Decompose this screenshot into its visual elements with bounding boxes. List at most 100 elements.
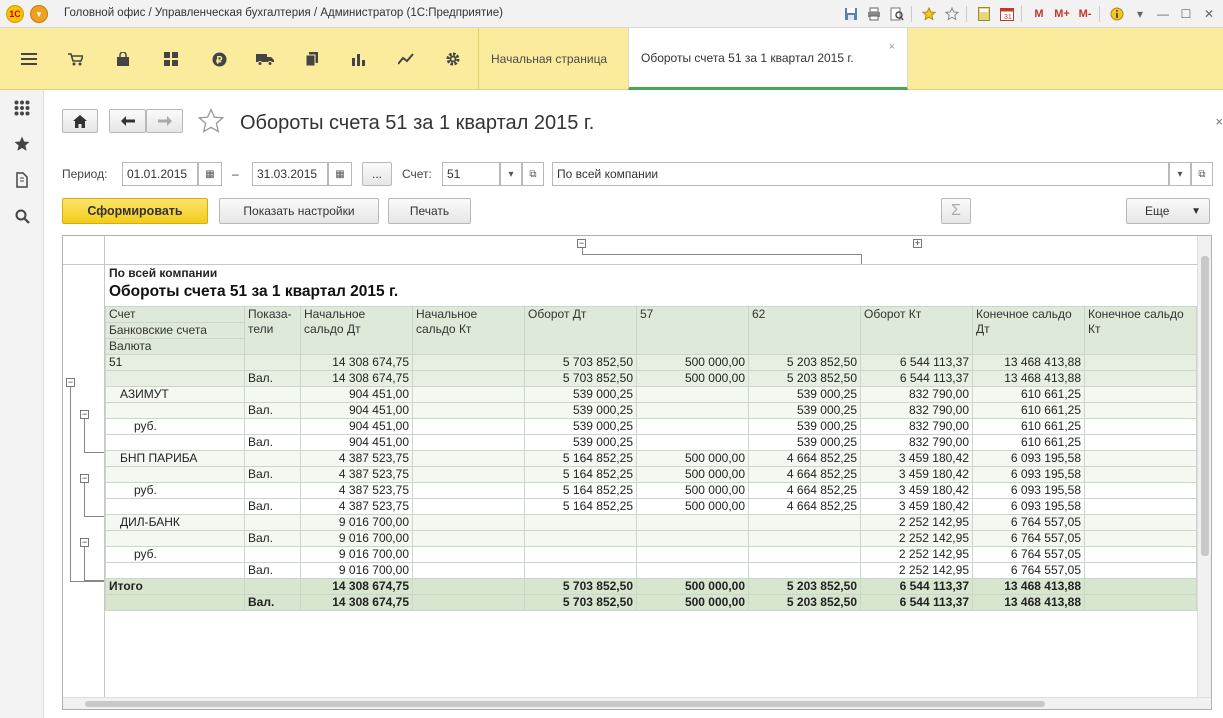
separator <box>1021 6 1022 22</box>
cell-value <box>636 530 749 547</box>
tab-report[interactable]: Обороты счета 51 за 1 квартал 2015 г. × <box>628 28 908 90</box>
cell-value <box>412 354 525 371</box>
row-label: 51 <box>105 354 245 371</box>
collapse-group-icon[interactable]: − <box>66 378 75 387</box>
cell-value: 3 459 180,42 <box>860 466 973 483</box>
bar-chart-icon[interactable] <box>339 28 379 90</box>
app-logo[interactable]: 1С <box>6 5 24 23</box>
collapse-group-icon[interactable]: − <box>577 239 586 248</box>
horizontal-scrollbar[interactable] <box>63 697 1211 709</box>
cell-value <box>1084 466 1197 483</box>
chevron-down-icon[interactable]: ▾ <box>500 162 522 186</box>
expand-group-icon[interactable]: + <box>913 239 922 248</box>
open-icon[interactable]: ⧉ <box>522 162 544 186</box>
cell-value: 5 164 852,25 <box>524 466 637 483</box>
gear-icon[interactable] <box>433 28 473 90</box>
minimize-window-icon[interactable]: — <box>1153 4 1173 24</box>
hamburger-icon[interactable] <box>9 28 49 90</box>
memory-minus-button[interactable]: M- <box>1075 4 1095 24</box>
print-icon[interactable] <box>864 4 884 24</box>
row-indicator: Вал. <box>244 498 301 515</box>
grid-icon[interactable] <box>151 28 191 90</box>
preview-icon[interactable] <box>887 4 907 24</box>
info-icon[interactable] <box>1107 4 1127 24</box>
ruble-icon[interactable]: ₽ <box>199 28 239 90</box>
back-button[interactable] <box>109 109 146 133</box>
cell-value: 539 000,25 <box>524 402 637 419</box>
cart-icon[interactable] <box>55 28 95 90</box>
save-icon[interactable] <box>841 4 861 24</box>
report-spreadsheet[interactable]: − + − − − − По всей компании Обороты сче… <box>62 235 1212 710</box>
date-from-field[interactable]: 01.01.2015 <box>122 162 198 186</box>
calendar-icon[interactable]: 31 <box>997 4 1017 24</box>
close-form-icon[interactable]: × <box>1215 114 1223 129</box>
header-close-kt: Конечное сальдо Кт <box>1084 306 1197 355</box>
vertical-scrollbar[interactable] <box>1197 236 1211 709</box>
cell-value: 5 164 852,25 <box>524 482 637 499</box>
scroll-thumb[interactable] <box>85 701 1045 707</box>
print-button[interactable]: Печать <box>388 198 471 224</box>
search-icon[interactable] <box>0 198 44 234</box>
maximize-icon[interactable]: ☐ <box>1176 4 1196 24</box>
table-row: руб. 9 016 700,00 2 252 142,95 6 764 557,05 <box>105 546 1197 563</box>
home-button[interactable] <box>62 109 98 133</box>
cell-value: 5 703 852,50 <box>524 578 637 595</box>
trend-icon[interactable] <box>386 28 426 90</box>
cell-value: 500 000,00 <box>636 466 749 483</box>
collapse-group-icon[interactable]: − <box>80 538 89 547</box>
star-icon[interactable] <box>942 4 962 24</box>
account-field[interactable]: 51 <box>442 162 500 186</box>
sum-button[interactable]: Σ <box>941 198 971 224</box>
calendar-icon[interactable]: ▦ <box>198 162 222 186</box>
more-button[interactable]: Еще ▼ <box>1126 198 1210 224</box>
cell-value <box>412 434 525 451</box>
cell-value <box>1084 370 1197 387</box>
calculator-icon[interactable] <box>974 4 994 24</box>
cell-value <box>412 530 525 547</box>
forward-button[interactable] <box>146 109 183 133</box>
truck-icon[interactable] <box>245 28 285 90</box>
bag-icon[interactable] <box>103 28 143 90</box>
cell-value: 14 308 674,75 <box>300 354 413 371</box>
period-select-button[interactable]: ... <box>362 162 392 186</box>
table-row: ДИЛ-БАНК 9 016 700,00 2 252 142,95 6 764 55… <box>105 514 1197 531</box>
cell-value <box>412 386 525 403</box>
cell-value: 610 661,25 <box>972 418 1085 435</box>
memory-plus-button[interactable]: M+ <box>1052 4 1072 24</box>
collapse-group-icon[interactable]: − <box>80 474 89 483</box>
report-title: Обороты счета 51 за 1 квартал 2015 г. <box>109 283 399 300</box>
main-menu-icon[interactable]: ▾ <box>30 5 48 23</box>
memory-button[interactable]: M <box>1029 4 1049 24</box>
show-settings-button[interactable]: Показать настройки <box>219 198 379 224</box>
chevron-down-icon[interactable]: ▾ <box>1169 162 1191 186</box>
cell-value: 13 468 413,88 <box>972 370 1085 387</box>
close-icon[interactable]: × <box>889 41 895 53</box>
favorite-star-icon[interactable] <box>197 107 225 137</box>
favorite-add-icon[interactable] <box>919 4 939 24</box>
cell-value: 5 164 852,25 <box>524 450 637 467</box>
scroll-thumb[interactable] <box>1201 256 1209 556</box>
cell-value: 2 252 142,95 <box>860 514 973 531</box>
calendar-icon[interactable]: ▦ <box>328 162 352 186</box>
home-icon <box>73 114 87 128</box>
row-label <box>105 594 245 611</box>
tab-home[interactable]: Начальная страница <box>478 28 628 90</box>
star-icon[interactable] <box>0 126 44 162</box>
generate-button[interactable]: Сформировать <box>62 198 208 224</box>
minimize-icon[interactable]: ▾ <box>1130 4 1150 24</box>
close-window-icon[interactable]: ✕ <box>1199 4 1219 24</box>
row-label <box>105 370 245 387</box>
date-to-field[interactable]: 31.03.2015 <box>252 162 328 186</box>
cell-value: 904 451,00 <box>300 418 413 435</box>
collapse-group-icon[interactable]: − <box>80 410 89 419</box>
cell-value: 2 252 142,95 <box>860 546 973 563</box>
cell-value <box>748 562 861 579</box>
open-icon[interactable]: ⧉ <box>1191 162 1213 186</box>
separator <box>1099 6 1100 22</box>
apps-icon[interactable] <box>0 90 44 126</box>
cell-value: 6 093 195,58 <box>972 450 1085 467</box>
history-icon[interactable] <box>0 162 44 198</box>
row-label <box>105 434 245 451</box>
documents-icon[interactable] <box>292 28 332 90</box>
organization-field[interactable]: По всей компании <box>552 162 1169 186</box>
